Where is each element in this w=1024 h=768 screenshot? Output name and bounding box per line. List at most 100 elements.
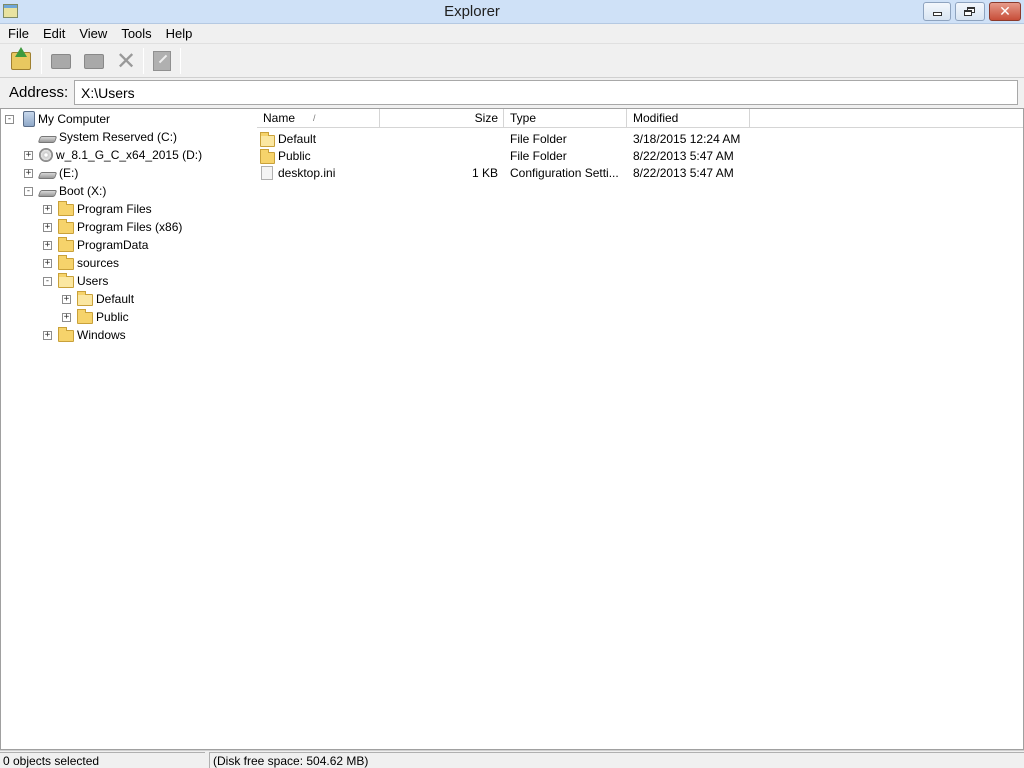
delete-button[interactable]: ✕ — [113, 48, 139, 74]
tree-expand-toggle[interactable]: + — [24, 151, 33, 160]
menu-tools[interactable]: Tools — [114, 25, 158, 43]
restore-icon — [964, 6, 976, 17]
folder-icon — [58, 237, 74, 252]
computer-icon — [23, 111, 35, 127]
tree-item-users[interactable]: Users — [58, 272, 108, 290]
toolbar: ✕ — [0, 44, 1024, 78]
minimize-icon — [932, 12, 942, 16]
tree-item-label: Users — [77, 274, 109, 288]
menu-file[interactable]: File — [0, 25, 36, 43]
tree-expand-toggle[interactable]: + — [62, 295, 71, 304]
tree-item-label: w_8.1_G_C_x64_2015 (D:) — [56, 148, 203, 162]
close-icon: ✕ — [999, 3, 1011, 20]
window-title: Explorer — [444, 3, 500, 20]
tree-item-sources[interactable]: sources — [58, 254, 119, 272]
tree-item-label: System Reserved (C:) — [59, 130, 178, 144]
tree-expand-toggle[interactable]: + — [43, 223, 52, 232]
drive-icon — [37, 189, 58, 197]
toolbar-separator — [41, 48, 42, 74]
up-folder-icon — [11, 47, 31, 70]
copy-folder-icon — [51, 53, 71, 69]
tree-expand-toggle[interactable]: + — [24, 169, 33, 178]
tree-item-boot-drive[interactable]: Boot (X:) — [37, 182, 107, 200]
file-modified: 8/22/2013 5:47 AM — [633, 149, 734, 163]
folder-tree[interactable]: My Computer - System Reserved (C:) w_8.1… — [0, 108, 258, 750]
status-selection: 0 objects selected — [0, 752, 205, 768]
file-type: File Folder — [510, 149, 567, 163]
properties-button[interactable] — [149, 48, 175, 74]
list-row-desktop-ini[interactable]: desktop.ini 1 KB Configuration Setti... … — [257, 165, 757, 182]
address-input[interactable] — [74, 80, 1018, 105]
menu-help[interactable]: Help — [159, 25, 200, 43]
tree-item-default[interactable]: Default — [77, 290, 134, 308]
column-header-modified[interactable]: Modified — [627, 109, 750, 128]
menu-bar: File Edit View Tools Help — [0, 24, 1024, 44]
move-folder-icon — [84, 53, 104, 69]
sort-indicator: / — [313, 113, 316, 123]
tree-expand-toggle[interactable]: + — [43, 205, 52, 214]
drive-icon — [37, 135, 58, 143]
folder-icon — [77, 291, 93, 306]
list-row-public[interactable]: Public File Folder 8/22/2013 5:47 AM — [257, 148, 757, 165]
menu-view[interactable]: View — [72, 25, 114, 43]
file-name: desktop.ini — [278, 166, 336, 180]
tree-item-program-files-x86[interactable]: Program Files (x86) — [58, 218, 182, 236]
tree-item-label: ProgramData — [77, 238, 149, 252]
close-button[interactable]: ✕ — [989, 2, 1021, 21]
tree-item-label: Boot (X:) — [59, 184, 107, 198]
folder-icon — [77, 309, 93, 324]
tree-item-programdata[interactable]: ProgramData — [58, 236, 148, 254]
tree-collapse-toggle[interactable]: - — [5, 115, 14, 124]
file-list[interactable]: Name / Size Type Modified Default File F… — [257, 108, 1024, 750]
tree-collapse-toggle[interactable]: - — [43, 277, 52, 286]
cd-drive-icon — [39, 148, 53, 162]
tree-item-e-drive[interactable]: (E:) — [37, 164, 79, 182]
tree-expand-toggle[interactable]: + — [43, 331, 52, 340]
config-file-icon — [261, 166, 273, 180]
file-type: Configuration Setti... — [510, 166, 619, 180]
address-bar: Address: — [0, 78, 1024, 108]
column-header-size[interactable]: Size — [380, 109, 504, 128]
tree-item-label: Program Files — [77, 202, 152, 216]
toolbar-separator — [180, 48, 181, 74]
up-folder-button[interactable] — [8, 47, 34, 74]
tree-expand-toggle[interactable]: + — [43, 259, 52, 268]
menu-edit[interactable]: Edit — [36, 25, 72, 43]
column-header-type[interactable]: Type — [504, 109, 627, 128]
file-name: Default — [278, 132, 317, 146]
folder-icon — [260, 149, 275, 164]
tree-item-label: Windows — [77, 328, 126, 342]
status-bar: 0 objects selected (Disk free space: 504… — [0, 750, 1024, 768]
tree-item-label: (E:) — [59, 166, 79, 180]
file-name: Public — [278, 149, 311, 163]
column-label: Type — [510, 111, 537, 125]
move-button[interactable] — [81, 48, 107, 74]
file-modified: 3/18/2015 12:24 AM — [633, 132, 741, 146]
column-header-name[interactable]: Name / — [257, 109, 380, 128]
column-label: Modified — [633, 111, 679, 125]
list-header: Name / Size Type Modified — [257, 109, 1023, 128]
drive-icon — [37, 171, 58, 179]
tree-item-public[interactable]: Public — [77, 308, 129, 326]
copy-button[interactable] — [48, 48, 74, 74]
file-type: File Folder — [510, 132, 567, 146]
tree-item-program-files[interactable]: Program Files — [58, 200, 152, 218]
restore-button[interactable] — [955, 2, 985, 21]
tree-item-label: Program Files (x86) — [77, 220, 183, 234]
tree-expand-toggle[interactable]: + — [62, 313, 71, 322]
tree-item-label: Public — [96, 310, 129, 324]
folder-open-icon — [58, 273, 74, 288]
file-size: 1 KB — [471, 166, 498, 180]
tree-item-system-reserved[interactable]: System Reserved (C:) — [37, 128, 178, 146]
tree-item-d-drive[interactable]: w_8.1_G_C_x64_2015 (D:) — [39, 146, 202, 164]
tree-collapse-toggle[interactable]: - — [24, 187, 33, 196]
column-label: Name — [263, 111, 296, 125]
tree-item-windows[interactable]: Windows — [58, 326, 126, 344]
tree-expand-toggle[interactable]: + — [43, 241, 52, 250]
tree-item-my-computer[interactable]: My Computer — [23, 110, 110, 128]
toolbar-separator — [143, 48, 144, 74]
minimize-button[interactable] — [923, 2, 951, 21]
list-row-default[interactable]: Default File Folder 3/18/2015 12:24 AM — [257, 131, 757, 148]
tree-item-label: Default — [96, 292, 135, 306]
tree-item-label: My Computer — [38, 112, 111, 126]
